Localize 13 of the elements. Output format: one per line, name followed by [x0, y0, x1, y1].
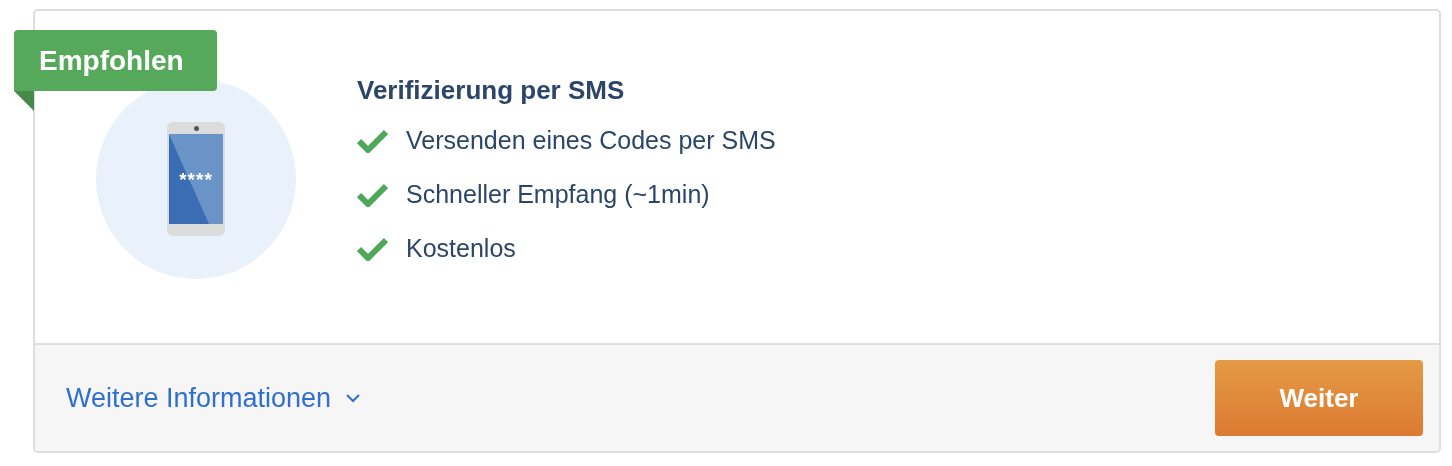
feature-text: Versenden eines Codes per SMS — [406, 125, 776, 157]
method-title: Verifizierung per SMS — [357, 75, 626, 105]
feature-text: Schneller Empfang (~1min) — [406, 179, 710, 211]
badge-fold-icon — [14, 91, 34, 111]
screen-shine-icon — [169, 134, 223, 224]
more-info-link[interactable]: Weitere Informationen — [66, 377, 362, 419]
continue-button[interactable]: Weiter — [1215, 360, 1423, 436]
check-icon — [357, 129, 388, 153]
feature-text: Kostenlos — [406, 233, 516, 265]
recommended-badge: Empfohlen — [14, 30, 217, 91]
check-icon — [357, 237, 388, 261]
check-icon — [357, 183, 388, 207]
masked-code: **** — [179, 169, 213, 189]
